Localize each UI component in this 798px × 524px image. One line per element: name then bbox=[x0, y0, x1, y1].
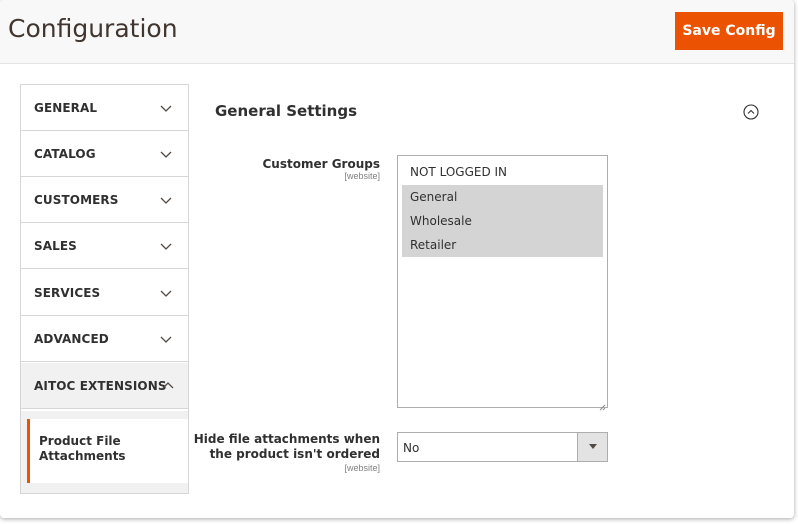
sidebar-item-aitoc-extensions[interactable]: AITOC EXTENSIONS bbox=[21, 363, 188, 409]
sidebar-subitem-product-file-attachments[interactable]: Product File Attachments bbox=[27, 419, 188, 483]
option-wholesale[interactable]: Wholesale bbox=[402, 209, 603, 233]
sidebar-item-label: CUSTOMERS bbox=[34, 193, 119, 207]
configuration-window: Configuration Save Config GENERAL CATALO… bbox=[0, 0, 794, 518]
page-title: Configuration bbox=[8, 14, 178, 43]
hide-attachments-label-line1: Hide file attachments when bbox=[193, 432, 380, 446]
sidebar-item-label: AITOC EXTENSIONS bbox=[34, 379, 167, 393]
customer-groups-label: Customer Groups bbox=[262, 157, 381, 171]
chevron-down-icon bbox=[160, 194, 172, 206]
sidebar-item-services[interactable]: SERVICES bbox=[21, 270, 188, 316]
hide-attachments-select[interactable]: No bbox=[397, 432, 608, 462]
select-value: No bbox=[403, 441, 420, 455]
chevron-down-icon bbox=[160, 333, 172, 345]
chevron-down-icon bbox=[160, 148, 172, 160]
hide-attachments-label: Hide file attachments when the product i… bbox=[194, 432, 380, 462]
sidebar-item-label: CATALOG bbox=[34, 147, 96, 161]
sidebar-item-advanced[interactable]: ADVANCED bbox=[21, 316, 188, 362]
sidebar-item-catalog[interactable]: CATALOG bbox=[21, 131, 188, 177]
select-arrow-button[interactable] bbox=[577, 433, 607, 461]
caret-down-icon bbox=[589, 444, 597, 449]
config-sidebar: GENERAL CATALOG CUSTOMERS SALES SERVICES… bbox=[20, 84, 189, 494]
customer-groups-multiselect[interactable]: NOT LOGGED IN General Wholesale Retailer bbox=[397, 155, 608, 411]
option-retailer[interactable]: Retailer bbox=[402, 233, 603, 257]
option-not-logged-in[interactable]: NOT LOGGED IN bbox=[402, 160, 603, 184]
sidebar-item-label: SERVICES bbox=[34, 286, 101, 300]
sidebar-item-label: ADVANCED bbox=[34, 332, 109, 346]
page-header: Configuration Save Config bbox=[0, 0, 794, 64]
sidebar-item-label: GENERAL bbox=[34, 101, 98, 115]
aitoc-extensions-submenu: Product File Attachments bbox=[21, 411, 188, 493]
chevron-down-icon bbox=[160, 287, 172, 299]
sidebar-item-label: SALES bbox=[34, 239, 77, 253]
chevron-down-icon bbox=[160, 240, 172, 252]
option-general[interactable]: General bbox=[402, 185, 603, 209]
sidebar-item-sales[interactable]: SALES bbox=[21, 223, 188, 269]
section-title: General Settings bbox=[215, 102, 358, 120]
customer-groups-scope: [website] bbox=[344, 171, 380, 181]
hide-attachments-scope: [website] bbox=[344, 463, 380, 473]
sidebar-item-customers[interactable]: CUSTOMERS bbox=[21, 177, 188, 223]
hide-attachments-label-line2: the product isn't ordered bbox=[209, 447, 380, 461]
chevron-up-icon bbox=[162, 380, 174, 392]
sidebar-item-general[interactable]: GENERAL bbox=[21, 85, 188, 131]
collapse-up-circle-icon[interactable] bbox=[743, 104, 759, 120]
chevron-down-icon bbox=[160, 102, 172, 114]
sidebar-subitem-label: Product File Attachments bbox=[39, 434, 126, 463]
resize-handle-icon[interactable] bbox=[598, 398, 606, 411]
save-config-button[interactable]: Save Config bbox=[675, 12, 783, 50]
